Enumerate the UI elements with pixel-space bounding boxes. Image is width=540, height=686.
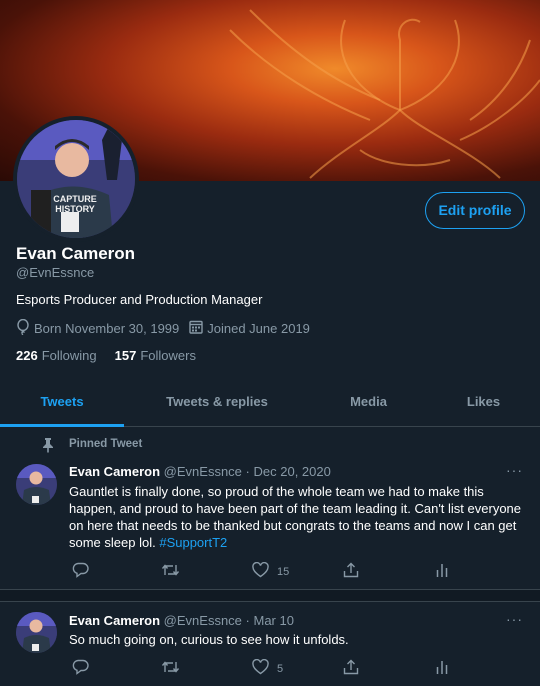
tweet-actions: 15: [69, 561, 469, 582]
like-count: 5: [277, 662, 284, 675]
tweet-date[interactable]: Dec 20, 2020: [254, 464, 331, 479]
heart-icon: [252, 658, 269, 678]
pinned-indicator: Pinned Tweet: [43, 438, 143, 453]
like-button[interactable]: 5: [252, 658, 284, 678]
more-options-icon[interactable]: ···: [506, 611, 523, 627]
tweet-header: Evan Cameron @EvnEssnce · Dec 20, 2020: [69, 464, 331, 479]
profile-name: Evan Cameron: [16, 244, 136, 263]
followers-label: Followers: [140, 348, 196, 363]
tweet-dot: ·: [245, 464, 250, 479]
heart-icon: [252, 561, 269, 581]
balloon-icon: [16, 318, 30, 338]
share-button[interactable]: [343, 562, 359, 581]
retweet-icon: [161, 562, 180, 581]
tweet-avatar[interactable]: [16, 464, 57, 505]
tweet-actions: 5: [69, 658, 469, 679]
tweet-date[interactable]: Mar 10: [254, 613, 294, 628]
following-link[interactable]: 226 Following: [16, 348, 97, 363]
retweet-button[interactable]: [161, 659, 180, 678]
tweet-header: Evan Cameron @EvnEssnce · Mar 10: [69, 613, 294, 628]
tweet-body: Gauntlet is finally done, so proud of th…: [69, 484, 522, 550]
tweet-author-name[interactable]: Evan Cameron: [69, 613, 160, 628]
profile-bio: Esports Producer and Production Manager: [16, 292, 263, 307]
tweet[interactable]: Evan Cameron @EvnEssnce · Mar 10 ··· So …: [0, 602, 540, 686]
following-count: 226: [16, 348, 38, 363]
retweet-icon: [161, 659, 180, 678]
tweet-text: Gauntlet is finally done, so proud of th…: [69, 483, 524, 551]
tab-tweets-replies[interactable]: Tweets & replies: [124, 380, 310, 426]
analytics-button[interactable]: [435, 562, 449, 581]
tweet-author-name[interactable]: Evan Cameron: [69, 464, 160, 479]
avatar-shirt-text: CAPTURE HISTORY: [53, 194, 97, 214]
profile-handle: @EvnEssnce: [16, 265, 95, 280]
analytics-button[interactable]: [435, 659, 449, 678]
followers-count: 157: [114, 348, 137, 363]
tweet-pinned[interactable]: Pinned Tweet Evan Cameron @EvnEssnce · D…: [0, 428, 540, 590]
tweet-author-handle[interactable]: @EvnEssnce: [164, 464, 242, 479]
analytics-icon: [435, 659, 449, 678]
analytics-icon: [435, 562, 449, 581]
tweet-text: So much going on, curious to see how it …: [69, 632, 349, 647]
pinned-label: Pinned Tweet: [69, 438, 143, 450]
profile-tabs: Tweets Tweets & replies Media Likes: [0, 380, 540, 427]
profile-birthdate: Born November 30, 1999: [34, 321, 180, 336]
tweet-author-handle[interactable]: @EvnEssnce: [164, 613, 242, 628]
followers-link[interactable]: 157 Followers: [115, 348, 196, 363]
tab-media[interactable]: Media: [310, 380, 427, 426]
reply-button[interactable]: [72, 562, 89, 581]
edit-profile-button[interactable]: Edit profile: [425, 192, 525, 229]
like-count: 15: [277, 565, 290, 578]
tweet-dot: ·: [245, 613, 250, 628]
reply-icon: [72, 562, 89, 581]
tab-tweets[interactable]: Tweets: [0, 380, 124, 427]
share-button[interactable]: [343, 659, 359, 678]
avatar-photo: [16, 464, 57, 505]
following-label: Following: [41, 348, 97, 363]
profile-joined-date: Joined June 2019: [207, 321, 310, 336]
reply-icon: [72, 659, 89, 678]
pin-icon: [42, 437, 54, 456]
tweet-separator: [0, 590, 540, 602]
share-icon: [343, 562, 359, 581]
tweet-avatar[interactable]: [16, 612, 57, 653]
profile-meta: Born November 30, 1999 Joined June 2019: [16, 318, 310, 338]
more-options-icon[interactable]: ···: [506, 462, 523, 478]
profile-avatar[interactable]: CAPTURE HISTORY: [13, 116, 139, 242]
reply-button[interactable]: [72, 659, 89, 678]
avatar-photo: [17, 120, 135, 238]
like-button[interactable]: 15: [252, 561, 290, 581]
tab-likes[interactable]: Likes: [427, 380, 540, 426]
tweet-hashtag[interactable]: #SupportT2: [159, 535, 227, 550]
avatar-photo: [16, 612, 57, 653]
share-icon: [343, 659, 359, 678]
calendar-icon: [189, 320, 203, 337]
follow-stats: 226 Following 157 Followers: [16, 348, 196, 363]
retweet-button[interactable]: [161, 562, 180, 581]
